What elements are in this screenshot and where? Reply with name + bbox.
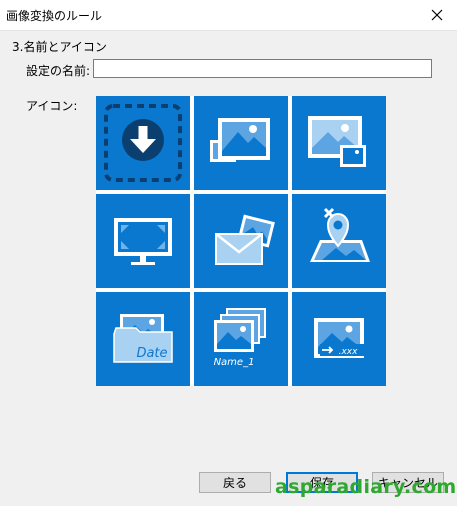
icon-tile-mail-image[interactable]: [194, 194, 288, 288]
title-bar: 画像変換のルール: [0, 0, 457, 31]
rename-stack-icon: Name_1: [214, 308, 266, 368]
name-input[interactable]: [93, 59, 432, 78]
icon-tile-image-convert[interactable]: [194, 96, 288, 190]
image-convert-icon: [210, 118, 270, 162]
icon-tile-monitor-fit[interactable]: [96, 194, 190, 288]
map-pin-remove-icon: [310, 207, 370, 262]
download-arrow-icon: [104, 104, 182, 182]
section-heading: 3.名前とアイコン: [12, 40, 107, 54]
watermark-text: asparadiary.com: [275, 476, 457, 498]
name-label: 設定の名前:: [26, 64, 91, 78]
back-button[interactable]: 戻る: [199, 472, 271, 493]
image-resize-icon: [308, 116, 366, 167]
monitor-fit-icon: [114, 218, 172, 265]
icon-tile-date-folder[interactable]: Date: [96, 292, 190, 386]
icon-grid: Date Name_1 .xxx: [96, 96, 386, 386]
icon-label: アイコン:: [26, 99, 78, 113]
icon-tile-map-pin-remove[interactable]: [292, 194, 386, 288]
tile-date-text: Date: [136, 346, 167, 361]
tile-name-text: Name_1: [214, 357, 255, 368]
mail-image-icon: [215, 214, 275, 265]
icon-tile-image-resize[interactable]: [292, 96, 386, 190]
close-button[interactable]: [417, 0, 457, 30]
tile-ext-text: .xxx: [339, 347, 359, 357]
icon-tile-extension-convert[interactable]: .xxx: [292, 292, 386, 386]
close-icon: [431, 9, 443, 21]
window-title: 画像変換のルール: [6, 9, 103, 23]
date-folder-icon: Date: [113, 314, 173, 363]
extension-convert-icon: .xxx: [314, 318, 364, 358]
icon-tile-rename-stack[interactable]: Name_1: [194, 292, 288, 386]
icon-tile-download[interactable]: [96, 96, 190, 190]
